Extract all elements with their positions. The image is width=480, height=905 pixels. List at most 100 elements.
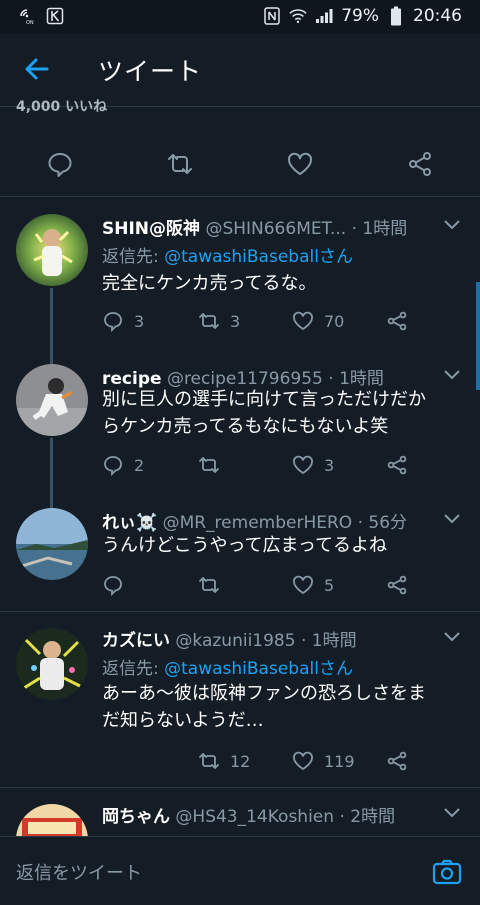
reply-to-prefix: 返信先: xyxy=(102,659,165,679)
like-button[interactable]: 5 xyxy=(292,574,334,596)
reply-count: 3 xyxy=(134,311,145,331)
like-count: 5 xyxy=(324,575,335,595)
share-icon xyxy=(387,311,407,331)
tweet-reply[interactable]: れぃ☠️ @MR_rememberHERO · 56分 うんけどこうやって広まっ… xyxy=(0,490,480,610)
tweet-time: · 56分 xyxy=(357,513,408,533)
like-button[interactable]: 119 xyxy=(292,750,355,772)
tweet-header: 岡ちゃん @HS43_14Koshien · 2時間 xyxy=(102,802,442,827)
chevron-down-icon[interactable] xyxy=(444,220,460,230)
user-handle[interactable]: @kazunii1985 xyxy=(175,631,295,651)
share-button[interactable] xyxy=(386,454,408,476)
clock: 20:46 xyxy=(413,6,462,26)
tweet-reply[interactable]: 岡ちゃん @HS43_14Koshien · 2時間 xyxy=(0,788,480,836)
tweet-time: · 2時間 xyxy=(339,807,396,827)
chevron-down-icon[interactable] xyxy=(444,808,460,818)
retweet-button[interactable]: 12 xyxy=(198,750,250,772)
user-handle[interactable]: @HS43_14Koshien xyxy=(175,807,334,827)
like-icon xyxy=(293,751,313,771)
share-icon xyxy=(387,751,407,771)
retweet-icon xyxy=(199,457,219,473)
avatar[interactable] xyxy=(16,364,88,436)
share-button[interactable] xyxy=(386,310,408,332)
like-icon xyxy=(293,311,313,331)
tweet-actions: 12 119 xyxy=(102,750,432,774)
tweet-text-line: だ知らないようだ… xyxy=(102,710,264,731)
chevron-down-icon[interactable] xyxy=(444,370,460,380)
tweet-actions: 5 xyxy=(102,574,432,598)
tweet-text-line: らケンカ売ってるもなにもないよ笑 xyxy=(102,416,389,437)
reply-button[interactable]: 2 xyxy=(102,454,144,476)
like-icon xyxy=(293,455,313,475)
avatar[interactable] xyxy=(16,508,88,580)
tweet-text: うんけどこうやって広まってるよね xyxy=(102,535,387,556)
tweet-text: あーあ〜彼は阪神ファンの恐ろしさをま だ知らないようだ… xyxy=(102,680,468,734)
reply-composer-bar[interactable]: 返信をツイート xyxy=(0,836,480,905)
reply-to-prefix: 返信先: xyxy=(102,247,165,267)
reply-to-line: 返信先: @tawashiBaseballさん xyxy=(102,654,353,679)
share-icon xyxy=(387,575,407,595)
like-button[interactable]: 70 xyxy=(292,310,344,332)
tweet-text: 別に巨人の選手に向けて言っただけだか らケンカ売ってるもなにもないよ笑 xyxy=(102,386,468,440)
reply-icon[interactable] xyxy=(46,150,74,178)
page-title: ツイート xyxy=(98,57,203,86)
reply-button[interactable]: 3 xyxy=(102,310,144,332)
retweet-icon xyxy=(199,577,219,593)
retweet-count: 12 xyxy=(230,751,251,771)
reply-to-line: 返信先: @tawashiBaseballさん xyxy=(102,242,353,267)
display-name[interactable]: SHIN@阪神 xyxy=(102,219,200,239)
share-button[interactable] xyxy=(386,750,408,772)
battery-icon xyxy=(387,6,405,26)
tweet-time: · 1時間 xyxy=(351,219,408,239)
retweet-button[interactable] xyxy=(198,454,220,476)
user-handle[interactable]: @MR_rememberHERO xyxy=(163,513,353,533)
reply-to-link[interactable]: @tawashiBaseballさん xyxy=(164,659,353,679)
reply-icon xyxy=(104,456,122,476)
arrow-left-icon[interactable] xyxy=(22,54,52,84)
tweet-actions: 3 3 70 xyxy=(102,310,432,334)
chevron-down-icon[interactable] xyxy=(444,514,460,524)
tweet-header: れぃ☠️ @MR_rememberHERO · 56分 xyxy=(102,508,442,533)
tweet-reply[interactable]: SHIN@阪神 @SHIN666MET... · 1時間 返信先: @tawas… xyxy=(0,196,480,346)
reply-button[interactable] xyxy=(102,574,124,596)
share-icon xyxy=(387,455,407,475)
share-button[interactable] xyxy=(386,574,408,596)
share-icon[interactable] xyxy=(406,150,434,178)
user-handle[interactable]: @SHIN666MET... xyxy=(205,219,346,239)
main-tweet-actions xyxy=(0,132,480,197)
wifi-icon xyxy=(289,7,307,25)
tweet-text-line: あーあ〜彼は阪神ファンの恐ろしさをま xyxy=(102,683,426,704)
chevron-down-icon[interactable] xyxy=(444,632,460,642)
tweet-reply[interactable]: カズにい @kazunii1985 · 1時間 返信先: @tawashiBas… xyxy=(0,612,480,788)
like-count: 3 xyxy=(324,455,335,475)
like-icon[interactable] xyxy=(286,150,314,178)
avatar[interactable] xyxy=(16,214,88,286)
avatar[interactable] xyxy=(16,804,88,836)
tweet-reply[interactable]: recipe @recipe11796955 · 1時間 別に巨人の選手に向けて… xyxy=(0,346,480,496)
retweet-icon xyxy=(199,753,219,769)
retweet-icon xyxy=(199,313,219,329)
retweet-button[interactable]: 3 xyxy=(198,310,240,332)
like-count-snippet: 4,000 いいね xyxy=(16,99,108,115)
reply-icon xyxy=(104,312,122,332)
reply-input[interactable]: 返信をツイート xyxy=(16,859,142,885)
camera-icon[interactable] xyxy=(432,857,462,887)
retweet-button[interactable] xyxy=(198,574,220,596)
tweet-header: カズにい @kazunii1985 · 1時間 xyxy=(102,626,442,651)
reply-to-link[interactable]: @tawashiBaseballさん xyxy=(164,247,353,267)
nfc-icon xyxy=(263,7,281,25)
display-name[interactable]: れぃ☠️ xyxy=(102,513,157,533)
svg-text:ON: ON xyxy=(26,20,34,25)
avatar[interactable] xyxy=(16,628,88,700)
like-button[interactable]: 3 xyxy=(292,454,334,476)
retweet-icon[interactable] xyxy=(166,150,194,178)
scrollbar-thumb[interactable] xyxy=(476,282,480,390)
like-icon xyxy=(293,575,313,595)
tweet-actions: 2 3 xyxy=(102,454,432,478)
app-k-icon xyxy=(46,7,64,25)
display-name[interactable]: カズにい xyxy=(102,631,170,651)
reply-icon xyxy=(104,576,122,596)
like-count: 119 xyxy=(324,751,355,771)
wifi-calling-icon: ON xyxy=(18,7,36,25)
signal-icon xyxy=(315,7,333,25)
display-name[interactable]: 岡ちゃん xyxy=(102,807,170,827)
